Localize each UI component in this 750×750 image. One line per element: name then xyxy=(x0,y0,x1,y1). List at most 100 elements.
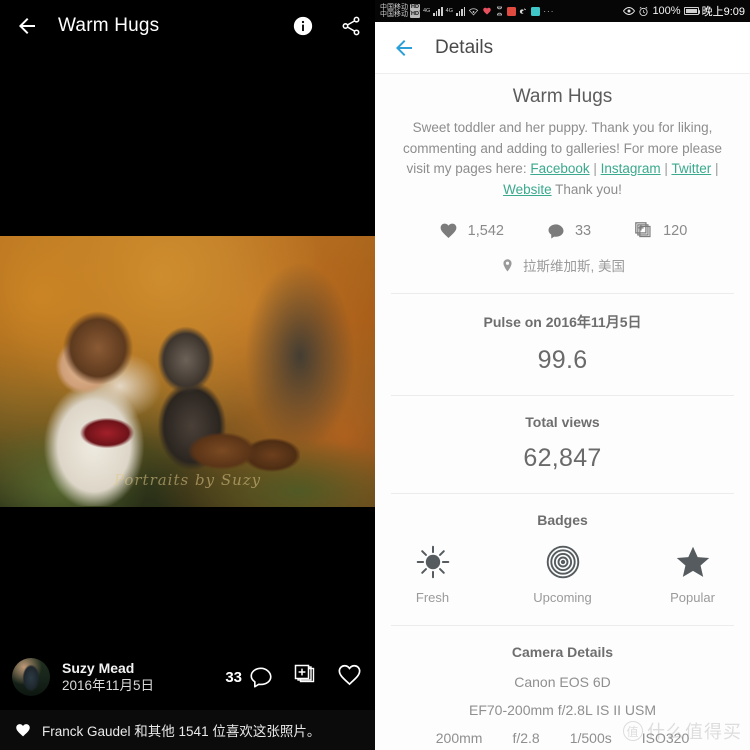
total-views-value: 62,847 xyxy=(523,444,602,473)
total-views-label: Total views xyxy=(525,414,600,431)
photo-viewer-actions xyxy=(279,0,375,52)
facebook-link[interactable]: Facebook xyxy=(530,161,589,176)
location-pin-icon xyxy=(503,258,512,271)
link-separator-2: | xyxy=(660,161,672,177)
concentric-rings-icon xyxy=(546,545,579,579)
hd-badge-2: HD xyxy=(410,11,420,19)
photo-viewer-topbar: Warm Hugs xyxy=(0,0,375,52)
star-icon xyxy=(676,546,709,577)
photo-action-buttons: 33 xyxy=(225,661,363,693)
app-icon xyxy=(507,6,517,16)
badge-fresh[interactable]: Fresh xyxy=(396,544,470,605)
badges-label: Badges xyxy=(537,512,588,529)
heart-filled-icon xyxy=(16,724,30,737)
details-back-button[interactable] xyxy=(389,33,419,63)
website-link[interactable]: Website xyxy=(503,182,552,197)
badge-upcoming[interactable]: Upcoming xyxy=(526,544,600,605)
hd-badge-1: HD xyxy=(410,3,420,11)
photo-red-cloth xyxy=(74,414,140,452)
instagram-link[interactable]: Instagram xyxy=(601,161,661,176)
heart-outline-icon xyxy=(338,664,361,686)
exif-iso: ISO320 xyxy=(641,730,690,747)
photo-viewer-pane: Warm Hugs Portraits by Suzy Suzy Mead 20… xyxy=(0,0,375,750)
link-separator-1: | xyxy=(589,161,601,177)
comments-button[interactable]: 33 xyxy=(225,664,274,690)
add-to-gallery-icon xyxy=(635,222,651,238)
details-photo-title: Warm Hugs xyxy=(512,86,613,107)
sun-icon xyxy=(416,545,449,579)
comment-icon xyxy=(250,667,272,688)
galleries-stat[interactable]: 120 xyxy=(633,220,687,241)
photo-meta-bar: Suzy Mead 2016年11月5日 33 xyxy=(0,644,375,710)
badge-popular[interactable]: Popular xyxy=(656,544,730,605)
eye-care-icon xyxy=(623,7,636,15)
heart-icon xyxy=(483,7,492,15)
signal-bars-1 xyxy=(433,6,443,16)
details-stats-row: 1,542 33 120 xyxy=(375,214,750,255)
likes-summary-text: Franck Gaudel 和其他 1541 位喜欢这张照片。 xyxy=(42,724,321,739)
camera-details-label: Camera Details xyxy=(511,644,614,661)
carrier-2: 中国移动 xyxy=(380,11,408,18)
galleries-count: 120 xyxy=(663,222,688,239)
battery-icon xyxy=(683,7,701,15)
camera-body: Canon EOS 6D xyxy=(514,674,611,691)
like-button[interactable] xyxy=(336,661,363,693)
carrier-labels: 中国移动 HD 中国移动 HD xyxy=(380,4,420,19)
share-button[interactable] xyxy=(327,0,375,52)
add-to-gallery-icon xyxy=(294,664,315,682)
status-bar-right: 100% 晚上9:09 xyxy=(623,3,745,19)
badge-label: Popular xyxy=(670,590,715,606)
wifi-icon xyxy=(469,7,479,15)
details-scroll-area[interactable]: Warm Hugs Sweet toddler and her puppy. T… xyxy=(375,74,750,750)
photo-title: Warm Hugs xyxy=(58,15,160,36)
location-row[interactable]: 拉斯维加斯, 美国 xyxy=(375,255,750,293)
carrier-1: 中国移动 xyxy=(380,3,408,11)
exif-focal-length: 200mm xyxy=(435,730,483,747)
badge-label: Upcoming xyxy=(533,590,592,606)
details-appbar: Details xyxy=(375,22,750,74)
pulse-label: Pulse on 2016年11月5日 xyxy=(483,314,642,331)
info-icon xyxy=(293,16,313,36)
exif-shutter-speed: 1/500s xyxy=(569,730,612,747)
badges-row: Fresh Upcoming Popular xyxy=(375,544,750,605)
comment-count: 33 xyxy=(225,668,242,686)
badge-label: Fresh xyxy=(415,590,450,606)
back-button[interactable] xyxy=(0,0,54,52)
photo-date: 2016年11月5日 xyxy=(62,678,155,694)
pulse-section: Pulse on 2016年11月5日 99.6 xyxy=(375,294,750,395)
add-to-gallery-button[interactable] xyxy=(292,662,318,693)
camera-details-section: Camera Details Canon EOS 6D EF70-200mm f… xyxy=(375,626,750,750)
app-screen: Warm Hugs Portraits by Suzy Suzy Mead 20… xyxy=(0,0,750,750)
heart-filled-icon xyxy=(440,223,457,238)
photo-image[interactable]: Portraits by Suzy xyxy=(0,236,375,507)
twitter-link[interactable]: Twitter xyxy=(671,161,711,176)
likes-count: 1,542 xyxy=(467,222,504,239)
network-type-2: 4G xyxy=(445,8,454,14)
details-pane: 中国移动 HD 中国移动 HD 4G 4G ··· 100% 晚上9:09 De… xyxy=(375,0,750,750)
avatar[interactable] xyxy=(12,658,50,696)
signal-bars-2 xyxy=(456,6,466,16)
status-bar: 中国移动 HD 中国移动 HD 4G 4G ··· 100% 晚上9:09 xyxy=(375,0,750,22)
likes-stat[interactable]: 1,542 xyxy=(438,220,504,241)
square-app-icon xyxy=(531,6,541,16)
clock: 晚上9:09 xyxy=(701,6,745,18)
more-dots-icon: ··· xyxy=(543,6,555,16)
comments-count: 33 xyxy=(574,222,592,239)
link-separator-3: | xyxy=(711,161,719,177)
likes-summary-bar[interactable]: Franck Gaudel 和其他 1541 位喜欢这张照片。 xyxy=(0,710,375,750)
info-button[interactable] xyxy=(279,0,327,52)
comments-stat[interactable]: 33 xyxy=(546,221,591,241)
location-text: 拉斯维加斯, 美国 xyxy=(522,259,625,275)
photo-author[interactable]: Suzy Mead 2016年11月5日 xyxy=(62,659,154,695)
notification-icons: ··· xyxy=(468,6,554,17)
camera-exif-row: 200mm f/2.8 1/500s ISO320 xyxy=(375,730,750,746)
battery-percent: 100% xyxy=(652,5,681,17)
details-description: Sweet toddler and her puppy. Thank you f… xyxy=(375,118,750,214)
author-name: Suzy Mead xyxy=(62,659,135,676)
exif-aperture: f/2.8 xyxy=(512,730,540,747)
details-page-title: Details xyxy=(435,36,494,58)
camera-details-lines: Canon EOS 6D EF70-200mm f/2.8L IS II USM… xyxy=(375,674,750,746)
badges-section: Badges Fresh Upcoming Popular xyxy=(375,494,750,625)
hourglass-icon xyxy=(497,6,503,16)
alarm-clock-icon xyxy=(639,6,649,16)
